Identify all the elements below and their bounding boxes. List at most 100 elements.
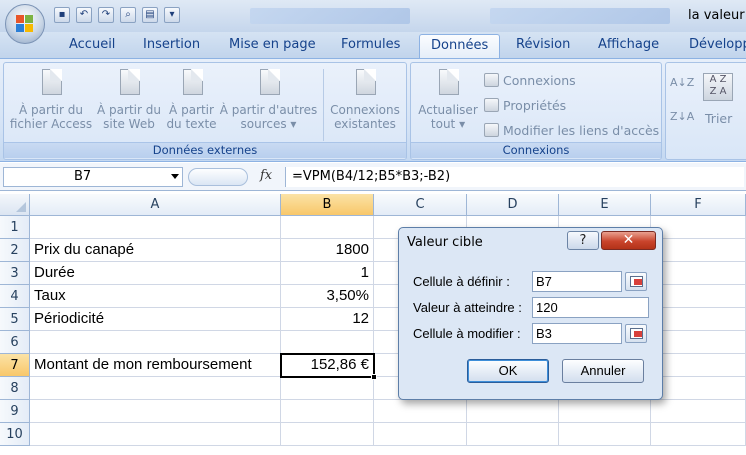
grid-cell[interactable] — [374, 423, 467, 446]
close-button[interactable]: ✕ — [601, 231, 656, 250]
goal-seek-dialog: Valeur cible ? ✕ Cellule à définir : B7 … — [398, 227, 663, 400]
row-header-8[interactable]: 8 — [0, 377, 30, 400]
cell-a7[interactable]: Montant de mon remboursement — [30, 354, 281, 377]
tab-developpeur[interactable]: Développ — [689, 37, 746, 52]
grid-cell[interactable] — [374, 400, 467, 423]
row-header-7[interactable]: 7 — [0, 354, 30, 377]
row-header-2[interactable]: 2 — [0, 239, 30, 262]
column-header-a[interactable]: A — [30, 194, 281, 216]
cell-b5[interactable]: 12 — [281, 308, 374, 331]
changing-cell-input[interactable]: B3 — [532, 323, 622, 344]
row-header-3[interactable]: 3 — [0, 262, 30, 285]
cancel-button[interactable]: Annuler — [562, 359, 644, 383]
print-preview-icon[interactable]: ⌕ — [120, 7, 136, 23]
row-header-1[interactable]: 1 — [0, 216, 30, 239]
grid-cell[interactable] — [651, 308, 746, 331]
grid-cell[interactable] — [651, 400, 746, 423]
existing-connections-button[interactable]: Connexions existantes — [326, 67, 404, 131]
save-icon[interactable]: ▪ — [54, 7, 70, 23]
button-label: Modifier les liens d'accès — [503, 122, 660, 138]
from-other-sources-button[interactable]: À partir d'autres sources ▾ — [217, 67, 320, 131]
tab-insertion[interactable]: Insertion — [143, 37, 200, 52]
title-bar: ▪ ↶ ↷ ⌕ ▤ ▾ la valeur — [0, 0, 746, 32]
tab-formules[interactable]: Formules — [341, 37, 400, 52]
changing-cell-ref-button[interactable] — [625, 324, 647, 343]
grid-cell[interactable] — [281, 423, 374, 446]
tab-mise-en-page[interactable]: Mise en page — [229, 37, 316, 52]
button-label: existantes — [334, 117, 396, 131]
row-header-6[interactable]: 6 — [0, 331, 30, 354]
grid-cell[interactable] — [651, 216, 746, 239]
cell-b3[interactable]: 1 — [281, 262, 374, 285]
connections-button[interactable]: Connexions — [484, 71, 576, 89]
help-button[interactable]: ? — [567, 231, 599, 250]
tab-affichage[interactable]: Affichage — [598, 37, 659, 52]
office-button[interactable] — [5, 4, 45, 44]
grid-cell[interactable] — [651, 239, 746, 262]
from-text-button[interactable]: À partir du texte — [164, 67, 219, 131]
tab-revision[interactable]: Révision — [516, 37, 570, 52]
column-header-f[interactable]: F — [651, 194, 746, 216]
grid-cell[interactable] — [281, 331, 374, 354]
grid-cell[interactable] — [651, 285, 746, 308]
grid-cell[interactable] — [467, 400, 559, 423]
grid-cell[interactable] — [651, 377, 746, 400]
to-value-input[interactable]: 120 — [532, 297, 649, 318]
grid-cell[interactable] — [281, 400, 374, 423]
grid-cell[interactable] — [559, 423, 651, 446]
grid-cell[interactable] — [30, 216, 281, 239]
column-header-d[interactable]: D — [467, 194, 559, 216]
grid-cell[interactable] — [651, 331, 746, 354]
sort-button[interactable]: Trier — [705, 109, 732, 127]
grid-cell[interactable] — [30, 400, 281, 423]
formula-input[interactable]: =VPM(B4/12;B5*B3;-B2) — [285, 167, 744, 187]
grid-cell[interactable] — [651, 354, 746, 377]
column-header-c[interactable]: C — [374, 194, 467, 216]
sort-za-button[interactable]: Z↓A — [670, 107, 694, 125]
row-header-5[interactable]: 5 — [0, 308, 30, 331]
grid-cell[interactable] — [651, 262, 746, 285]
grid-cell[interactable] — [30, 331, 281, 354]
row-header-9[interactable]: 9 — [0, 400, 30, 423]
tab-donnees[interactable]: Données — [419, 34, 501, 59]
grid-cell[interactable] — [281, 216, 374, 239]
grid-cell[interactable] — [559, 400, 651, 423]
grid-cell[interactable] — [281, 377, 374, 400]
sort-az-button[interactable]: A↓Z — [670, 73, 694, 91]
text-file-icon — [177, 67, 207, 99]
grid-cell[interactable] — [30, 423, 281, 446]
column-header-e[interactable]: E — [559, 194, 651, 216]
print-icon[interactable]: ▤ — [142, 7, 158, 23]
cell-a5[interactable]: Périodicité — [30, 308, 281, 331]
chevron-down-icon[interactable] — [171, 174, 179, 179]
tab-accueil[interactable]: Accueil — [69, 37, 115, 52]
grid-cell[interactable] — [467, 423, 559, 446]
fill-handle[interactable] — [371, 374, 377, 380]
set-cell-ref-button[interactable] — [625, 272, 647, 291]
row-header-4[interactable]: 4 — [0, 285, 30, 308]
from-web-button[interactable]: À partir du site Web — [94, 67, 164, 131]
cell-a2[interactable]: Prix du canapé — [30, 239, 281, 262]
set-cell-input[interactable]: B7 — [532, 271, 622, 292]
edit-links-button[interactable]: Modifier les liens d'accès — [484, 121, 659, 139]
from-access-button[interactable]: À partir du fichier Access — [7, 67, 95, 131]
sort-za-icon: Z↓A — [670, 109, 695, 123]
column-header-b[interactable]: B — [281, 194, 374, 216]
ok-button[interactable]: OK — [467, 359, 549, 383]
row-header-10[interactable]: 10 — [0, 423, 30, 446]
cell-a3[interactable]: Durée — [30, 262, 281, 285]
cell-b2[interactable]: 1800 — [281, 239, 374, 262]
customize-toolbar-icon[interactable]: ▾ — [164, 7, 180, 23]
grid-cell[interactable] — [30, 377, 281, 400]
grid-cell[interactable] — [651, 423, 746, 446]
undo-icon[interactable]: ↶ — [76, 7, 92, 23]
insert-function-icon[interactable]: fx — [260, 168, 272, 183]
select-all-corner[interactable] — [0, 194, 30, 216]
redo-icon[interactable]: ↷ — [98, 7, 114, 23]
access-icon — [36, 67, 66, 99]
name-box[interactable]: B7 — [3, 167, 183, 187]
cell-b4[interactable]: 3,50% — [281, 285, 374, 308]
properties-button[interactable]: Propriétés — [484, 96, 566, 114]
cell-a4[interactable]: Taux — [30, 285, 281, 308]
refresh-all-button[interactable]: Actualiser tout ▾ — [415, 67, 481, 131]
